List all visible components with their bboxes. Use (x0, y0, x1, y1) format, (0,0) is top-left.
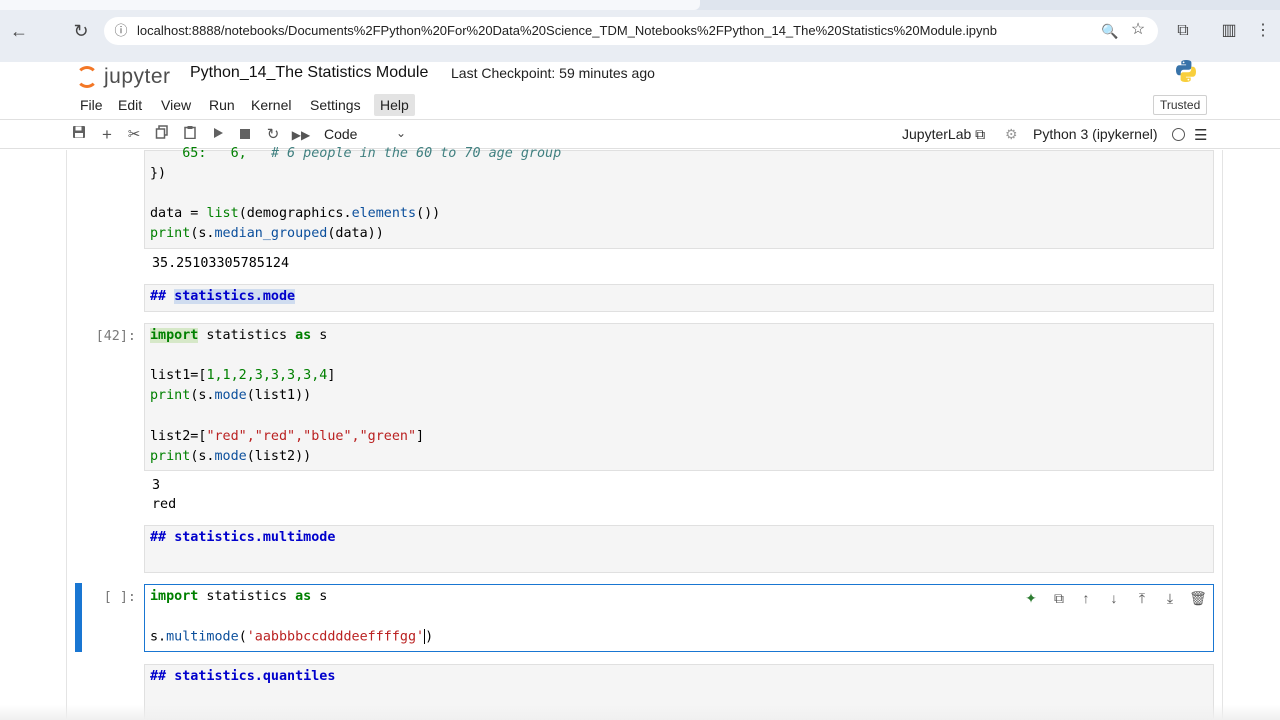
markdown-heading: ## statistics.multimode (150, 530, 336, 545)
bottom-fade (0, 705, 1280, 720)
python-logo-icon (1176, 60, 1196, 82)
code-line: }) (150, 166, 167, 181)
jupyter-logo[interactable]: jupyter (76, 62, 171, 92)
delete-cell-icon[interactable]: 🗑 (1189, 589, 1207, 607)
checkpoint-status: Last Checkpoint: 59 minutes ago (451, 65, 655, 81)
jupyterlab-link[interactable]: JupyterLab ⧉ (902, 126, 985, 143)
menu-help[interactable]: Help (374, 94, 415, 116)
site-info-icon[interactable]: ⓘ (112, 22, 130, 40)
jupyter-logo-text: jupyter (104, 65, 171, 88)
menu-run[interactable]: Run (207, 97, 237, 113)
insert-above-icon[interactable]: ⤒ (1133, 589, 1151, 607)
duplicate-cell-icon[interactable]: ⧉ (1050, 589, 1068, 607)
menu-edit[interactable]: Edit (116, 97, 144, 113)
markdown-heading: ## statistics.mode (150, 289, 296, 304)
sidebar-icon[interactable]: ▥ (1218, 20, 1240, 42)
menu-kernel[interactable]: Kernel (249, 97, 293, 113)
stop-icon[interactable] (235, 125, 255, 145)
cell-output: 35.25103305785124 (152, 256, 290, 271)
address-bar[interactable]: ⓘ localhost:8888/notebooks/Documents%2FP… (104, 17, 1158, 45)
jupyter-orb-icon (76, 66, 98, 88)
menu-settings[interactable]: Settings (308, 97, 363, 113)
move-up-icon[interactable]: ↑ (1077, 589, 1095, 607)
hamburger-menu-icon[interactable]: ☰ (1194, 126, 1207, 144)
code-line: print(s.mode(list2)) (150, 449, 312, 464)
code-line: 65: 6, # 6 people in the 60 to 70 age gr… (182, 146, 562, 161)
kernel-name[interactable]: Python 3 (ipykernel) (1033, 126, 1158, 142)
back-icon[interactable]: ← (8, 20, 30, 42)
restart-icon[interactable]: ↻ (263, 125, 283, 145)
execution-count: [42]: (95, 329, 136, 344)
notebook-border-right (1222, 150, 1223, 720)
save-icon[interactable] (69, 125, 89, 145)
cell-output: red (152, 497, 177, 512)
code-line: s.multimode('aabbbbccddddeeffffgg') (150, 629, 434, 645)
menu-file[interactable]: File (78, 97, 105, 113)
reload-icon[interactable]: ↻ (70, 20, 92, 42)
url-text[interactable]: localhost:8888/notebooks/Documents%2FPyt… (137, 23, 997, 38)
kernel-status-idle-icon (1172, 128, 1185, 141)
execution-count: [ ]: (103, 590, 136, 605)
kernel-settings-icon[interactable]: ⚙ (1005, 126, 1018, 143)
browser-menu-icon[interactable]: ⋮ (1252, 20, 1274, 42)
chevron-down-icon[interactable]: ⌄ (396, 126, 406, 140)
extensions-icon[interactable]: ⧉ (1172, 20, 1194, 42)
insert-below-icon[interactable]: ⤓ (1161, 589, 1179, 607)
tab-strip (0, 0, 1280, 10)
code-line: print(s.median_grouped(data)) (150, 226, 384, 241)
paste-icon[interactable] (180, 125, 200, 145)
zoom-icon[interactable]: 🔍 (1101, 22, 1119, 40)
active-tab[interactable] (0, 0, 700, 10)
cell-type-select[interactable]: Code (324, 126, 357, 142)
code-line: data = list(demographics.elements()) (150, 206, 441, 221)
markdown-cell[interactable] (144, 284, 1214, 312)
run-icon[interactable] (208, 125, 228, 145)
sparkle-icon[interactable]: ✦ (1022, 589, 1040, 607)
code-line: print(s.mode(list1)) (150, 388, 312, 403)
cut-icon[interactable]: ✂ (124, 125, 144, 145)
notebook-title[interactable]: Python_14_The Statistics Module (190, 64, 428, 82)
menu-view[interactable]: View (159, 97, 193, 113)
code-line: list1=[1,1,2,3,3,3,3,4] (150, 368, 336, 383)
markdown-heading: ## statistics.quantiles (150, 669, 336, 684)
bookmark-star-icon[interactable]: ☆ (1129, 21, 1147, 39)
trusted-indicator[interactable]: Trusted (1153, 95, 1208, 115)
copy-icon[interactable] (152, 125, 172, 145)
code-line: import statistics as s (150, 328, 328, 343)
restart-run-all-icon[interactable]: ▶▶ (291, 125, 311, 145)
add-cell-icon[interactable]: + (97, 125, 117, 145)
notebook-border-left (66, 150, 67, 720)
code-line: import statistics as s (150, 589, 328, 604)
cell-output: 3 (152, 478, 161, 493)
code-line: list2=["red","red","blue","green"] (150, 429, 425, 444)
move-down-icon[interactable]: ↓ (1105, 589, 1123, 607)
